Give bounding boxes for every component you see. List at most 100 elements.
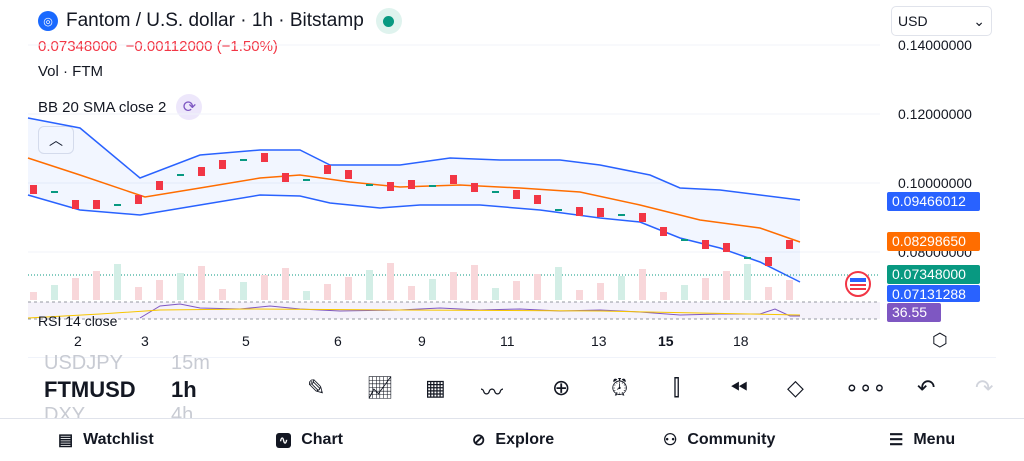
nav-explore[interactable]: ⊘ Explore: [472, 430, 554, 450]
undo-icon[interactable]: ↶: [917, 375, 935, 401]
nav-label: Menu: [913, 431, 956, 448]
volume-bar: [261, 275, 268, 300]
candle: [198, 167, 205, 176]
candle: [261, 153, 268, 162]
prev-symbol[interactable]: USDJPY: [44, 352, 123, 375]
chart-icon: ∿: [276, 432, 292, 448]
volume-bar: [387, 263, 394, 300]
volume-bar: [765, 287, 772, 300]
layouts-icon[interactable]: ▦: [425, 375, 446, 401]
volume-bar: [156, 280, 163, 300]
volume-bar: [135, 287, 142, 300]
volume-bar: [429, 279, 436, 300]
layers-icon[interactable]: ◇: [787, 375, 804, 401]
redo-icon[interactable]: ↷: [975, 375, 993, 401]
volume-bar: [618, 276, 625, 300]
drawing-pencil-icon[interactable]: ✎: [307, 375, 325, 401]
candle: [345, 170, 352, 179]
chart-settings-icon[interactable]: ⬡: [932, 330, 948, 351]
next-timeframe[interactable]: 4h: [171, 404, 193, 418]
candles-icon[interactable]: ⫿: [673, 375, 680, 401]
candle: [135, 195, 142, 204]
last-price-tag: 0.07348000: [887, 265, 980, 284]
rsi-indicator-label[interactable]: RSI 14 close: [38, 313, 117, 329]
volume-bar: [51, 285, 58, 300]
alarm-icon[interactable]: ⏰︎: [611, 375, 628, 401]
candle: [72, 200, 79, 209]
candle: [492, 191, 499, 193]
candle: [240, 159, 247, 161]
volume-bar: [450, 272, 457, 300]
price-axis-label: 0.12000000: [898, 106, 972, 122]
hamburger-icon: ☰: [889, 432, 904, 449]
candle: [576, 207, 583, 216]
candle: [513, 190, 520, 199]
volume-bar: [744, 264, 751, 300]
more-icon[interactable]: ∘∘∘: [845, 375, 886, 401]
volume-bar: [303, 291, 310, 300]
candle: [177, 174, 184, 176]
bb-lower-tag: 0.07131288: [887, 285, 980, 302]
replay-icon[interactable]: ⏪︎: [730, 375, 748, 401]
volume-bar: [198, 266, 205, 300]
current-symbol[interactable]: FTMUSD: [44, 377, 136, 403]
candle: [219, 160, 226, 169]
volume-bar: [534, 274, 541, 300]
volume-bar: [681, 285, 688, 300]
volume-bar: [786, 280, 793, 300]
candle: [702, 240, 709, 249]
volume-bar: [702, 278, 709, 300]
nav-community[interactable]: ⚇ Community: [663, 430, 775, 450]
compare-icon[interactable]: 〰: [481, 375, 503, 407]
price-axis-label: 0.14000000: [898, 37, 972, 53]
rsi-value-tag: 36.55: [887, 303, 941, 322]
candle: [555, 209, 562, 211]
prev-timeframe[interactable]: 15m: [171, 352, 210, 375]
candle: [156, 181, 163, 190]
bottom-navigation: ▤ Watchlist ∿ Chart ⊘ Explore ⚇ Community ☰ M…: [0, 418, 1024, 461]
nav-watchlist[interactable]: ▤ Watchlist: [58, 430, 154, 450]
time-axis-label: 5: [242, 333, 250, 349]
candle: [471, 183, 478, 192]
nav-chart[interactable]: ∿ Chart: [276, 431, 343, 449]
next-symbol[interactable]: DXY: [44, 404, 85, 418]
current-timeframe[interactable]: 1h: [171, 377, 197, 403]
time-axis-label: 15: [658, 333, 674, 349]
volume-bar: [345, 277, 352, 300]
candle: [681, 239, 688, 241]
candle: [723, 243, 730, 252]
volume-bar: [408, 286, 415, 300]
candle: [387, 182, 394, 191]
nav-menu[interactable]: ☰ Menu: [889, 430, 955, 450]
price-chart[interactable]: [0, 0, 1024, 330]
nav-label: Watchlist: [83, 431, 154, 448]
volume-bar: [555, 267, 562, 300]
indicators-icon[interactable]: 📈︎: [366, 375, 394, 401]
volume-bar: [366, 270, 373, 300]
community-icon: ⚇: [663, 432, 678, 449]
volume-bar: [219, 289, 226, 300]
candle: [114, 204, 121, 206]
time-axis-label: 18: [733, 333, 749, 349]
volume-bar: [660, 292, 667, 300]
volume-bar: [282, 268, 289, 300]
nav-label: Community: [687, 431, 776, 448]
volume-bar: [324, 284, 331, 300]
volume-bar: [471, 265, 478, 300]
candle: [408, 180, 415, 189]
add-plus-icon[interactable]: ⊕: [552, 375, 570, 401]
candle: [450, 175, 457, 184]
time-axis-label: 6: [334, 333, 342, 349]
volume-bar: [30, 292, 37, 300]
volume-bar: [177, 273, 184, 300]
candle: [93, 200, 100, 209]
volume-bar: [72, 278, 79, 300]
volume-bar: [639, 269, 646, 300]
candle: [765, 257, 772, 266]
candle: [282, 173, 289, 182]
time-axis-label: 3: [141, 333, 149, 349]
time-axis-label: 2: [74, 333, 82, 349]
volume-bar: [723, 271, 730, 300]
candle: [618, 214, 625, 216]
candle: [51, 191, 58, 193]
